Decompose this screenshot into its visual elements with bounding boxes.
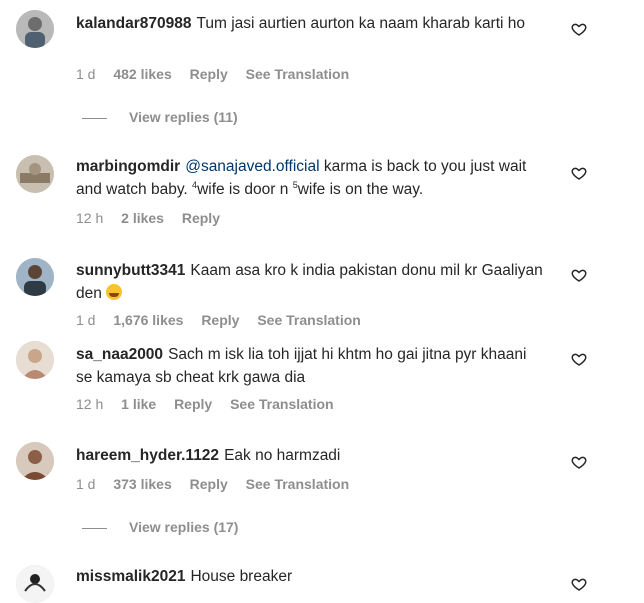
divider-line <box>82 527 107 529</box>
comment-username[interactable]: sa_naa2000 <box>76 346 163 363</box>
comment-body-part3: wife is on the way. <box>297 181 424 198</box>
comment-time: 1 d <box>76 66 96 82</box>
comment-body-part2: wife is door n <box>197 181 289 198</box>
comment-text: kalandar870988 Tum jasi aurtien aurton ka… <box>76 12 546 35</box>
comment-username[interactable]: marbingomdir <box>76 158 180 175</box>
likes-count[interactable]: 373 likes <box>113 476 171 492</box>
heart-icon[interactable] <box>571 576 587 592</box>
reply-button[interactable]: Reply <box>174 396 212 412</box>
comment-meta: 1 d 373 likes Reply See Translation <box>76 476 363 492</box>
see-translation-button[interactable]: See Translation <box>230 396 333 412</box>
comment-text: sa_naa2000 Sach m isk lia toh ijjat hi kh… <box>76 343 546 389</box>
see-translation-button[interactable]: See Translation <box>257 312 360 328</box>
likes-count[interactable]: 482 likes <box>113 66 171 82</box>
comment-username[interactable]: hareem_hyder.1122 <box>76 447 219 464</box>
reply-button[interactable]: Reply <box>182 210 220 226</box>
comment-meta: 1 d 1,676 likes Reply See Translation <box>76 312 375 328</box>
heart-icon[interactable] <box>571 165 587 181</box>
avatar[interactable] <box>16 341 54 379</box>
avatar[interactable] <box>16 258 54 296</box>
reply-button[interactable]: Reply <box>201 312 239 328</box>
comment-username[interactable]: missmalik2021 <box>76 568 185 585</box>
mention-link[interactable]: @sanajaved.official <box>185 158 319 175</box>
heart-icon[interactable] <box>571 267 587 283</box>
comment-time: 12 h <box>76 210 104 226</box>
heart-icon[interactable] <box>571 351 587 367</box>
view-replies-button[interactable]: View replies (17) <box>82 519 238 535</box>
see-translation-button[interactable]: See Translation <box>246 476 349 492</box>
comment-time: 12 h <box>76 396 104 412</box>
avatar[interactable] <box>16 10 54 48</box>
likes-count[interactable]: 1 like <box>121 396 156 412</box>
comment-time: 1 d <box>76 312 96 328</box>
divider-line <box>82 117 107 119</box>
likes-count[interactable]: 2 likes <box>121 210 164 226</box>
comment-text: hareem_hyder.1122 Eak no harmzadi <box>76 444 546 467</box>
reply-button[interactable]: Reply <box>190 66 228 82</box>
comment-text: missmalik2021 House breaker <box>76 565 546 588</box>
comment-meta: 12 h 1 like Reply See Translation <box>76 396 348 412</box>
comment-username[interactable]: kalandar870988 <box>76 15 191 32</box>
comment-username[interactable]: sunnybutt3341 <box>76 262 185 279</box>
comment-text: sunnybutt3341 Kaam asa kro k india pakist… <box>76 259 546 305</box>
reply-button[interactable]: Reply <box>190 476 228 492</box>
comment-body: House breaker <box>190 568 293 585</box>
view-replies-label: View replies (11) <box>129 109 238 125</box>
likes-count[interactable]: 1,676 likes <box>113 312 183 328</box>
heart-icon[interactable] <box>571 21 587 37</box>
avatar[interactable] <box>16 442 54 480</box>
comment-body: Eak no harmzadi <box>224 447 341 464</box>
view-replies-button[interactable]: View replies (11) <box>82 109 238 125</box>
heart-icon[interactable] <box>571 454 587 470</box>
see-translation-button[interactable]: See Translation <box>246 66 349 82</box>
comment-meta: 12 h 2 likes Reply <box>76 210 234 226</box>
comment-body: Tum jasi aurtien aurton ka naam kharab k… <box>196 15 526 32</box>
comment-text: marbingomdir @sanajaved.official karma is… <box>76 155 546 201</box>
comment-meta: 1 d 482 likes Reply See Translation <box>76 66 363 82</box>
grinning-face-with-sweat-emoji <box>106 284 123 300</box>
view-replies-label: View replies (17) <box>129 519 239 535</box>
comment-time: 1 d <box>76 476 96 492</box>
avatar[interactable] <box>16 155 54 193</box>
avatar[interactable] <box>16 565 54 603</box>
